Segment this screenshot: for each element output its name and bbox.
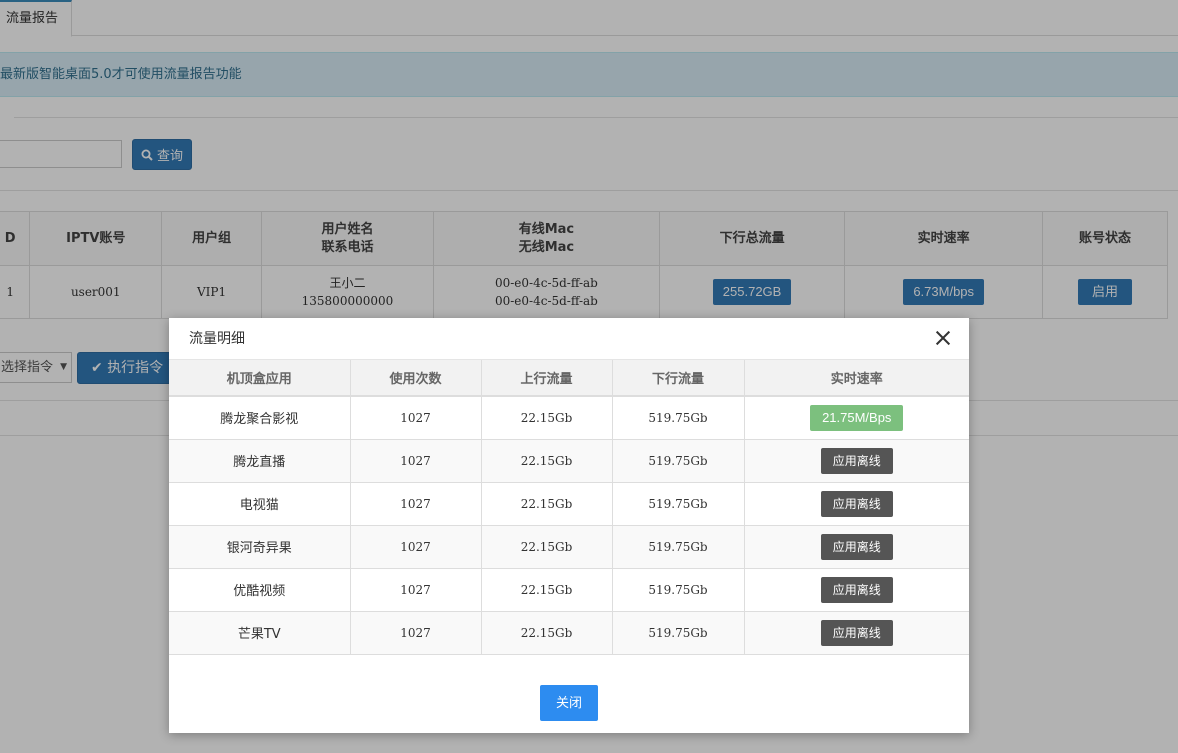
table-row: 银河奇异果 1027 22.15Gb 519.75Gb 应用离线 (169, 524, 969, 569)
cell-app: 电视猫 (169, 481, 351, 526)
rate-badge-offline: 应用离线 (820, 533, 893, 560)
cell-down: 519.75Gb (611, 524, 745, 569)
table-row: 优酷视频 1027 22.15Gb 519.75Gb 应用离线 (169, 567, 969, 612)
cell-count: 1027 (349, 567, 482, 612)
rate-badge-offline: 应用离线 (820, 490, 893, 517)
table-row: 腾龙聚合影视 1027 22.15Gb 519.75Gb 21.75M/Bps (169, 395, 969, 440)
table-header-row: 机顶盒应用 使用次数 上行流量 下行流量 实时速率 (169, 360, 969, 397)
cell-count: 1027 (349, 438, 482, 483)
traffic-detail-modal: 流量明细 机顶盒应用 使用次数 上行流量 下行流量 实时速率 腾龙聚合影视 10… (169, 318, 969, 733)
cell-app: 腾龙聚合影视 (169, 395, 351, 440)
cell-count: 1027 (349, 481, 482, 526)
rate-badge-online: 21.75M/Bps (810, 404, 904, 431)
table-row: 芒果TV 1027 22.15Gb 519.75Gb 应用离线 (169, 610, 969, 655)
cell-rate: 21.75M/Bps (743, 395, 969, 440)
cell-up: 22.15Gb (480, 395, 613, 440)
col-realtime-rate: 实时速率 (743, 360, 969, 397)
cell-app: 腾龙直播 (169, 438, 351, 483)
cell-app: 银河奇异果 (169, 524, 351, 569)
cell-up: 22.15Gb (480, 524, 613, 569)
cell-rate: 应用离线 (743, 610, 969, 655)
cell-down: 519.75Gb (611, 481, 745, 526)
cell-count: 1027 (349, 524, 482, 569)
cell-count: 1027 (349, 395, 482, 440)
cell-down: 519.75Gb (611, 438, 745, 483)
modal-header: 流量明细 (169, 318, 969, 360)
col-stb-app: 机顶盒应用 (169, 360, 351, 397)
close-icon[interactable] (935, 330, 951, 346)
modal-footer: 关闭 (169, 685, 969, 721)
cell-down: 519.75Gb (611, 567, 745, 612)
traffic-detail-table: 机顶盒应用 使用次数 上行流量 下行流量 实时速率 腾龙聚合影视 1027 22… (169, 360, 969, 655)
cell-rate: 应用离线 (743, 481, 969, 526)
cell-app: 芒果TV (169, 610, 351, 655)
cell-count: 1027 (349, 610, 482, 655)
cell-rate: 应用离线 (743, 438, 969, 483)
cell-rate: 应用离线 (743, 524, 969, 569)
col-usage-count: 使用次数 (349, 360, 482, 397)
table-row: 电视猫 1027 22.15Gb 519.75Gb 应用离线 (169, 481, 969, 526)
rate-badge-offline: 应用离线 (820, 447, 893, 474)
table-row: 腾龙直播 1027 22.15Gb 519.75Gb 应用离线 (169, 438, 969, 483)
rate-badge-offline: 应用离线 (820, 619, 893, 646)
cell-up: 22.15Gb (480, 610, 613, 655)
cell-rate: 应用离线 (743, 567, 969, 612)
close-button[interactable]: 关闭 (540, 685, 598, 721)
col-downstream: 下行流量 (611, 360, 745, 397)
cell-down: 519.75Gb (611, 610, 745, 655)
cell-up: 22.15Gb (480, 481, 613, 526)
modal-title: 流量明细 (189, 331, 245, 347)
cell-up: 22.15Gb (480, 567, 613, 612)
cell-app: 优酷视频 (169, 567, 351, 612)
col-upstream: 上行流量 (480, 360, 613, 397)
rate-badge-offline: 应用离线 (820, 576, 893, 603)
cell-up: 22.15Gb (480, 438, 613, 483)
cell-down: 519.75Gb (611, 395, 745, 440)
